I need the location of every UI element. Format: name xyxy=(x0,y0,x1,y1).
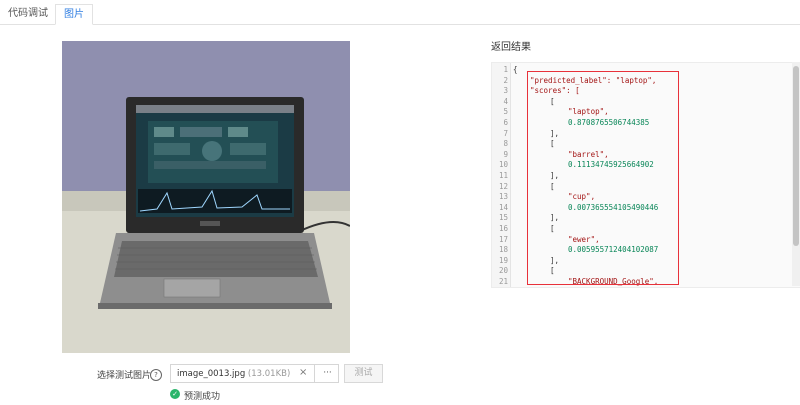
result-title: 返回结果 xyxy=(491,42,531,53)
line-number: 1 xyxy=(503,65,508,74)
code-scrollbar[interactable] xyxy=(792,62,800,286)
file-name: image_0013.jpg xyxy=(177,369,246,379)
line-number: 18 xyxy=(498,245,508,255)
test-button[interactable]: 测试 xyxy=(344,364,383,383)
help-icon[interactable]: ? xyxy=(150,369,162,381)
line-number: 16 xyxy=(498,224,508,233)
line-number: 7 xyxy=(503,128,508,138)
browse-button[interactable]: ··· xyxy=(314,364,340,383)
tab-code-debug[interactable]: 代码调试 xyxy=(0,4,56,24)
line-number: 5 xyxy=(503,107,508,117)
line-number: 15 xyxy=(498,213,508,223)
file-input[interactable]: image_0013.jpg (13.01KB) × ··· xyxy=(170,364,339,383)
line-number: 21 xyxy=(498,277,508,286)
line-number: 14 xyxy=(498,202,508,212)
line-number-gutter: 1 2 3 4 5 6 7 8 9 10 11 12 13 14 15 16 1… xyxy=(492,63,511,287)
line-number: 20 xyxy=(498,266,508,276)
clear-icon[interactable]: × xyxy=(299,367,307,378)
file-size: (13.01KB) xyxy=(247,369,291,379)
line-number: 19 xyxy=(498,255,508,265)
tab-bar: 代码调试 图片 xyxy=(0,0,800,25)
scrollbar-thumb[interactable] xyxy=(793,66,799,246)
line-number: 3 xyxy=(503,86,508,96)
line-number: 6 xyxy=(503,118,508,127)
line-number: 10 xyxy=(498,160,508,170)
line-number: 13 xyxy=(498,192,508,202)
line-number: 11 xyxy=(498,171,508,180)
test-image-preview xyxy=(62,41,350,353)
file-name-display: image_0013.jpg (13.01KB) xyxy=(177,369,290,379)
line-number: 4 xyxy=(503,96,508,106)
line-number: 8 xyxy=(503,139,508,149)
select-test-image-label: 选择测试图片 xyxy=(97,371,152,381)
line-number: 17 xyxy=(498,234,508,244)
highlight-box xyxy=(527,71,679,285)
code-line: { xyxy=(513,65,518,74)
line-number: 2 xyxy=(503,75,508,85)
check-circle-icon: ✓ xyxy=(170,389,180,399)
line-number: 9 xyxy=(503,149,508,159)
tab-image[interactable]: 图片 xyxy=(55,4,93,25)
line-number: 12 xyxy=(498,181,508,191)
prediction-status: 预测成功 xyxy=(184,392,221,402)
